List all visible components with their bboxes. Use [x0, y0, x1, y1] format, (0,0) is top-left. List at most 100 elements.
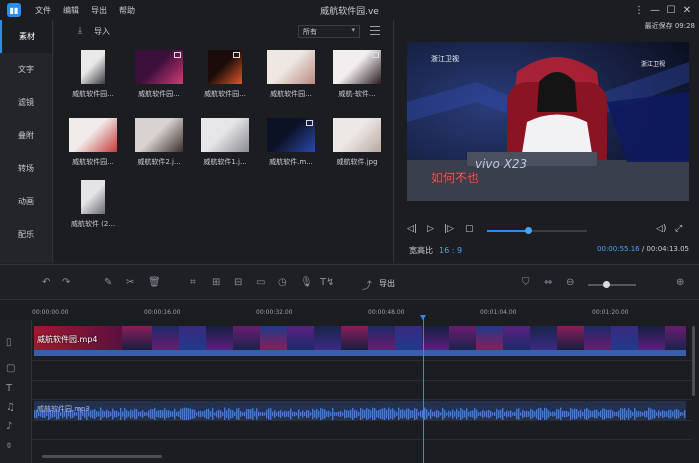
next-frame-icon[interactable]: |▷: [444, 224, 454, 234]
play-icon[interactable]: ▷: [427, 224, 434, 234]
menu-export[interactable]: 导出: [91, 5, 107, 16]
tab-transitions[interactable]: 转场: [0, 152, 52, 185]
mosaic-icon[interactable]: ⊞: [212, 277, 220, 288]
export-button[interactable]: 导出: [379, 278, 395, 289]
undo-icon[interactable]: ↶: [42, 277, 50, 288]
minimize-button[interactable]: —: [647, 2, 663, 18]
video-preview[interactable]: 浙江卫视 浙江卫视 vivo X23 如何不也: [407, 42, 689, 201]
ruler-tick: 00:00:48.00: [368, 309, 405, 316]
media-item[interactable]: 威航软件园...: [68, 50, 118, 99]
delete-icon[interactable]: 🗑: [148, 277, 161, 288]
media-item[interactable]: 威航软件1.j...: [200, 118, 250, 167]
tab-music[interactable]: 配乐: [0, 218, 52, 251]
duration-icon[interactable]: ◷: [278, 277, 287, 288]
zoom-out-icon[interactable]: ⊖: [566, 277, 574, 288]
waveform-bar: [462, 409, 464, 419]
export-icon[interactable]: ⤴: [362, 277, 372, 292]
marker-icon[interactable]: ⛉: [522, 277, 530, 288]
overlay-track-icon: ▢: [6, 363, 16, 374]
media-filter-select[interactable]: 所有 ▾: [298, 25, 360, 38]
total-time: 00:04:13.05: [646, 245, 689, 253]
horizontal-scrollbar[interactable]: [42, 455, 162, 458]
waveform-bar: [354, 409, 356, 419]
media-item-name: 威航软件.jpg: [336, 158, 378, 166]
split-icon[interactable]: ✂: [126, 277, 134, 288]
tab-overlays[interactable]: 叠附: [0, 119, 52, 152]
waveform-bar: [266, 409, 268, 419]
audio-clip[interactable]: 威航软件园.mp3: [34, 401, 686, 420]
waveform-bar: [348, 410, 350, 418]
tab-text[interactable]: 文字: [0, 53, 52, 86]
media-item[interactable]: 威航软件.m...: [266, 118, 316, 167]
media-item[interactable]: 威航软件.jpg: [332, 118, 382, 167]
current-time: 00:00:55.16: [597, 245, 640, 253]
video-clip-frame: [203, 326, 233, 350]
tab-animations[interactable]: 动画: [0, 185, 52, 218]
waveform-bar: [262, 412, 264, 416]
waveform-bar: [290, 408, 292, 420]
waveform-bar: [296, 412, 298, 416]
waveform-bar: [176, 411, 178, 417]
seek-bar-knob[interactable]: [525, 227, 532, 234]
media-item[interactable]: 威航软件园...: [200, 50, 250, 99]
menu-edit[interactable]: 编辑: [63, 5, 79, 16]
maximize-button[interactable]: ☐: [663, 2, 679, 18]
vertical-scrollbar[interactable]: [692, 326, 695, 396]
video-clip-frame: [230, 326, 260, 350]
crop-icon[interactable]: ⌗: [190, 277, 196, 288]
zoom-slider[interactable]: [588, 281, 636, 288]
waveform-bar: [200, 410, 202, 418]
media-item[interactable]: 威航软件2.j...: [134, 118, 184, 167]
stop-icon[interactable]: ▢: [465, 224, 474, 234]
aspect-ratio-value[interactable]: 16 : 9: [439, 246, 462, 255]
waveform-bar: [588, 409, 590, 419]
prev-frame-icon[interactable]: ◁|: [407, 224, 417, 234]
media-item[interactable]: 威航软件 (2...: [68, 180, 118, 229]
waveform-bar: [208, 408, 210, 420]
waveform-bar: [328, 410, 330, 418]
waveform-bar: [482, 410, 484, 418]
waveform-bar: [586, 407, 588, 420]
waveform-bar: [238, 408, 240, 420]
volume-icon[interactable]: ◁): [656, 224, 666, 234]
import-button[interactable]: 导入: [94, 26, 110, 37]
media-item[interactable]: 威航软件园...: [68, 118, 118, 167]
list-view-icon[interactable]: [370, 26, 380, 35]
edit-icon[interactable]: ✎: [104, 277, 112, 288]
fit-timeline-icon[interactable]: ⇔: [544, 277, 552, 288]
waveform-bar: [90, 410, 92, 418]
waveform-bar: [106, 409, 108, 419]
redo-icon[interactable]: ↷: [62, 277, 70, 288]
track-divider: [32, 439, 692, 440]
zoom-slider-knob[interactable]: [603, 281, 611, 288]
tab-media[interactable]: 素材: [0, 20, 52, 53]
waveform-bar: [650, 408, 652, 420]
menu-file[interactable]: 文件: [35, 5, 51, 16]
media-item[interactable]: 威航软件园...: [266, 50, 316, 99]
media-thumbnail: [267, 50, 315, 84]
more-options-icon[interactable]: ⋮: [631, 2, 647, 18]
text-to-speech-icon[interactable]: T↯: [320, 277, 335, 288]
record-voice-icon[interactable]: 🎙: [300, 277, 313, 288]
freeze-frame-icon[interactable]: ⊟: [234, 277, 242, 288]
playhead[interactable]: [420, 315, 426, 463]
waveform-bar: [470, 410, 472, 418]
waveform-bar: [218, 409, 220, 419]
video-clip[interactable]: 威航软件园.mp4: [34, 326, 686, 356]
waveform-bar: [188, 408, 190, 420]
media-item[interactable]: 威航软件园...: [134, 50, 184, 99]
close-button[interactable]: ✕: [679, 2, 695, 18]
fullscreen-icon[interactable]: ⤢: [675, 224, 682, 234]
media-item[interactable]: 威航-软件...: [332, 50, 382, 99]
waveform-bar: [464, 410, 466, 418]
waveform-bar: [520, 412, 522, 416]
import-icon[interactable]: ⤓: [78, 26, 88, 36]
tab-filters[interactable]: 滤镜: [0, 86, 52, 119]
waveform-bar: [466, 408, 468, 420]
seek-bar[interactable]: [487, 227, 587, 234]
timeline-ruler[interactable]: 00:00:00.00 00:00:16.00 00:00:32.00 00:0…: [32, 300, 699, 320]
menu-help[interactable]: 帮助: [119, 5, 135, 16]
waveform-bar: [304, 411, 306, 417]
speed-icon[interactable]: ▭: [256, 277, 265, 288]
zoom-in-icon[interactable]: ⊕: [676, 277, 684, 288]
